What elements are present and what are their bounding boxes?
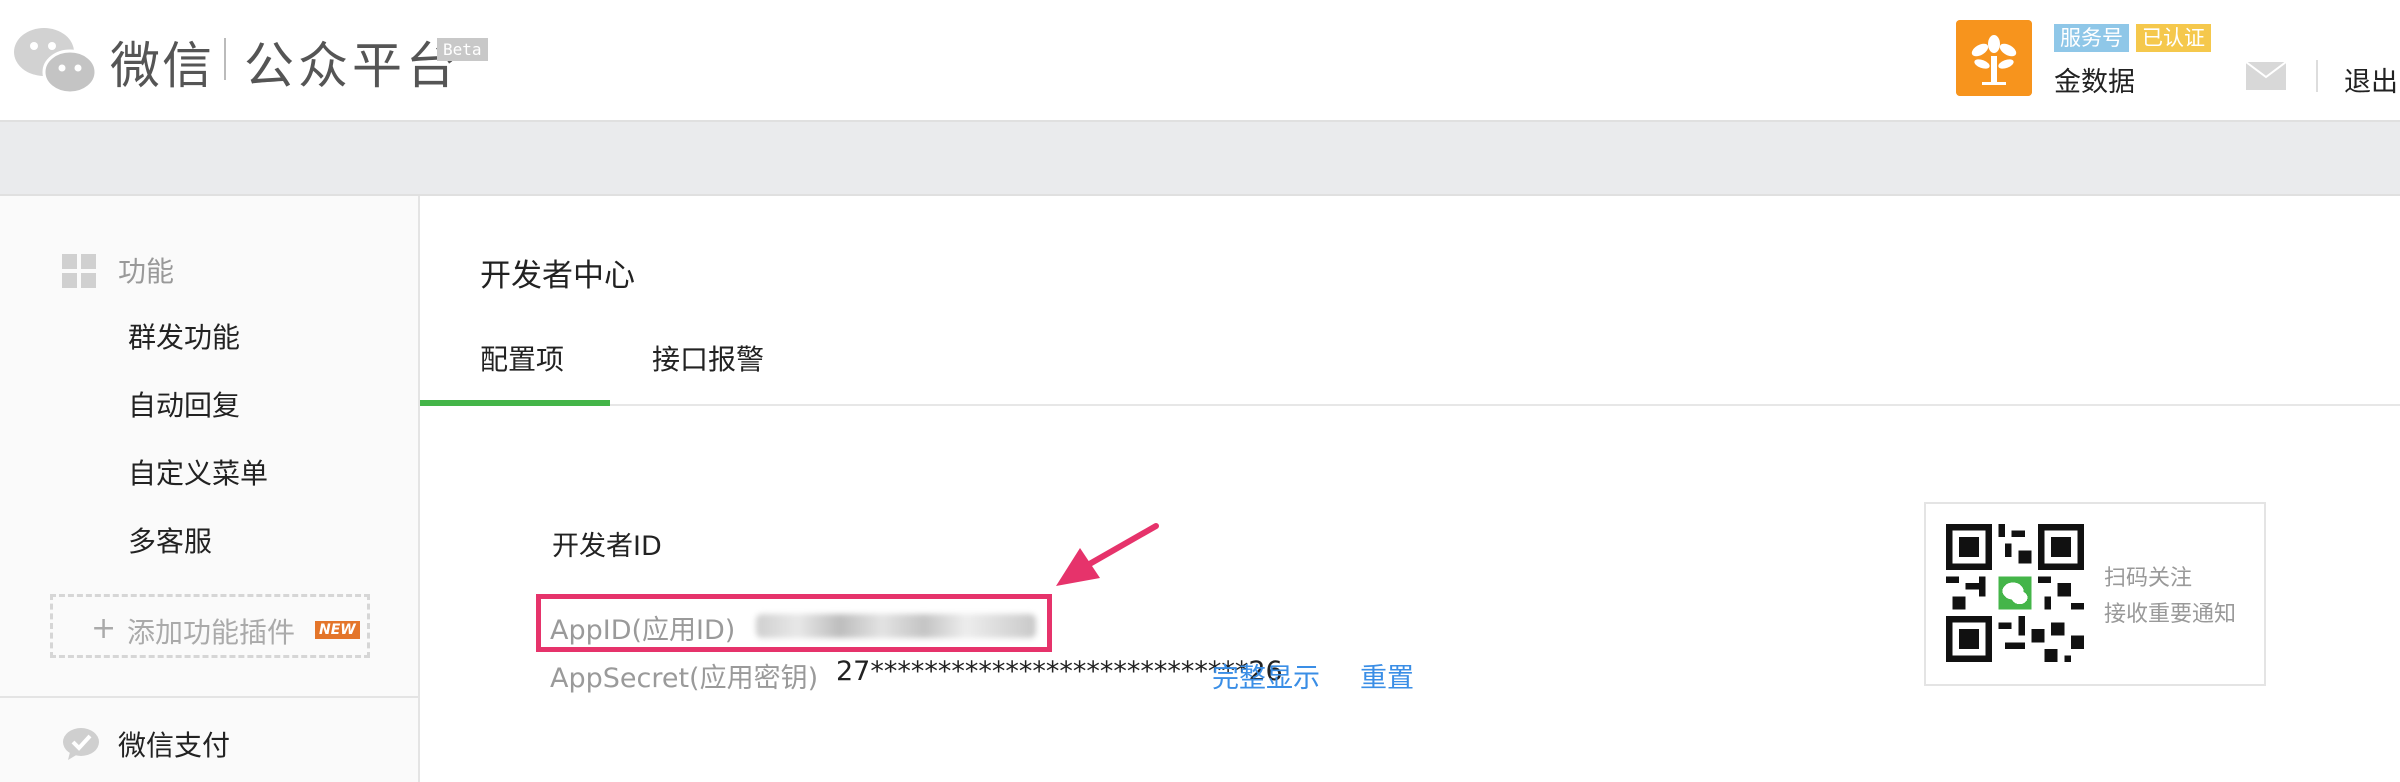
main-container: 功能 群发功能 自动回复 自定义菜单 多客服 + 添加功能插件 NEW 微信支付…	[0, 194, 2400, 782]
service-account-badge: 服务号	[2054, 24, 2129, 52]
add-plugin-button[interactable]: + 添加功能插件 NEW	[50, 594, 370, 658]
appid-highlight-box	[536, 594, 1052, 652]
appsecret-label: AppSecret(应用密钥)	[550, 663, 819, 694]
sidebar-item-customer-service[interactable]: 多客服	[128, 520, 212, 560]
active-tab-indicator	[420, 400, 610, 406]
plus-icon: +	[91, 611, 117, 646]
account-name[interactable]: 金数据	[2054, 60, 2135, 99]
beta-badge: Beta	[437, 38, 488, 61]
new-badge: NEW	[315, 621, 360, 639]
sidebar-item-auto-reply[interactable]: 自动回复	[128, 384, 240, 424]
qr-code-icon	[1946, 524, 2084, 662]
sidebar-divider	[0, 696, 418, 698]
sidebar-item-custom-menu[interactable]: 自定义菜单	[128, 452, 268, 492]
qr-caption-line1: 扫码关注	[2104, 566, 2193, 591]
qr-caption-line2: 接收重要通知	[2104, 602, 2237, 627]
tab-api-alerts[interactable]: 接口报警	[652, 338, 764, 378]
sidebar-category-pay-label: 微信支付	[118, 729, 231, 762]
brand-separator	[224, 38, 226, 80]
show-full-link[interactable]: 完整显示	[1212, 656, 1320, 695]
tab-config[interactable]: 配置项	[480, 338, 564, 378]
reset-link[interactable]: 重置	[1360, 656, 1414, 695]
logout-link[interactable]: 退出	[2344, 60, 2398, 99]
verified-badge: 已认证	[2136, 24, 2211, 52]
qr-card: 扫码关注 接收重要通知	[1924, 502, 2266, 686]
brand-name: 微信	[110, 37, 214, 95]
content-area: 开发者中心 配置项 接口报警 开发者ID AppID(应用ID) AppSecr…	[420, 196, 2400, 782]
add-plugin-text: 添加功能插件	[127, 616, 296, 649]
tabs-underline	[420, 404, 2400, 406]
sidebar: 功能 群发功能 自动回复 自定义菜单 多客服 + 添加功能插件 NEW 微信支付	[0, 196, 420, 782]
developer-id-heading: 开发者ID	[552, 531, 662, 562]
grid-icon	[62, 254, 96, 288]
annotation-arrow-icon	[1056, 523, 1159, 586]
brand-subtitle: 公众平台	[244, 37, 460, 95]
wechat-pay-icon	[63, 728, 99, 760]
top-bar: 微信 公众平台 Beta 服务号 已认证 金数据 退出	[0, 0, 2400, 122]
sidebar-category-label: 功能	[118, 255, 175, 288]
mail-icon[interactable]	[2246, 62, 2286, 90]
wechat-logo-icon	[14, 28, 98, 95]
header-gray-strip	[0, 122, 2400, 194]
sidebar-item-mass-send[interactable]: 群发功能	[128, 316, 240, 356]
account-avatar[interactable]	[1956, 20, 2032, 96]
page-title: 开发者中心	[480, 258, 635, 294]
top-separator	[2316, 60, 2318, 92]
